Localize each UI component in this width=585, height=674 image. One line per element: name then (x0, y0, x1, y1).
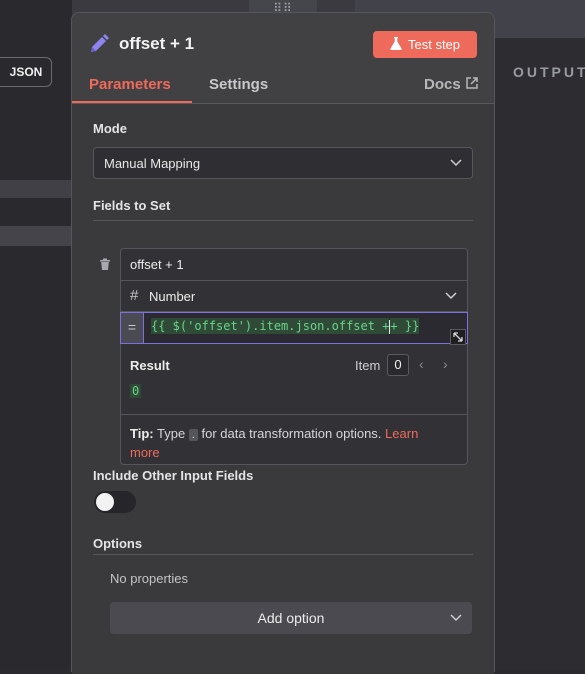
chevron-down-icon (450, 614, 462, 622)
options-label: Options (93, 536, 143, 551)
add-option-label: Add option (257, 610, 325, 626)
expand-editor-icon[interactable] (450, 329, 466, 345)
include-other-toggle[interactable] (94, 491, 136, 513)
flask-icon (390, 36, 402, 53)
panel-tabs: Parameters Settings Docs (72, 73, 494, 104)
test-step-button[interactable]: Test step (373, 31, 477, 58)
tip-text-2: for data transformation options. (201, 426, 382, 441)
input-row (0, 180, 72, 198)
expression-equals-icon: = (121, 313, 144, 343)
item-index-input[interactable]: 0 (387, 354, 409, 376)
chevron-down-icon (450, 159, 462, 167)
mode-value: Manual Mapping (104, 155, 201, 171)
tip-key: . (188, 429, 198, 441)
field-name-input[interactable]: offset + 1 (121, 249, 467, 281)
expression-text: {{ $('offset').item.json.offset + (151, 318, 390, 334)
json-view-button[interactable]: JSON (0, 57, 52, 87)
tip-text-1: Type (156, 426, 186, 441)
node-settings-panel: offset + 1 Test step Parameters Settings… (71, 12, 495, 674)
field-type-value: Number (149, 289, 196, 304)
field-assignment: offset + 1 # Number = {{ $('offset').ite… (120, 248, 468, 465)
docs-link[interactable]: Docs (424, 76, 478, 93)
output-panel-background (495, 38, 585, 669)
mode-label: Mode (93, 121, 127, 136)
add-option-button[interactable]: Add option (110, 602, 472, 634)
chevron-right-icon[interactable]: › (443, 356, 448, 372)
expression-code[interactable]: {{ $('offset').item.json.offset ++ }} (151, 318, 420, 334)
result-label: Result (130, 358, 170, 373)
active-tab-indicator (72, 101, 192, 103)
item-label: Item (355, 358, 381, 373)
result-value: 0 (130, 384, 142, 398)
input-row (0, 226, 72, 246)
trash-icon[interactable] (99, 257, 111, 270)
node-title[interactable]: offset + 1 (119, 34, 194, 54)
hash-icon: # (130, 287, 139, 304)
test-step-label: Test step (407, 37, 461, 52)
input-panel-background (0, 0, 72, 669)
chevron-down-icon (445, 292, 457, 300)
mode-select[interactable]: Manual Mapping (93, 147, 473, 179)
section-divider (93, 554, 473, 555)
include-other-label: Include Other Input Fields (93, 468, 254, 483)
docs-label: Docs (424, 76, 461, 93)
external-link-icon (465, 76, 478, 93)
field-type-select[interactable]: # Number (121, 281, 467, 312)
node-title-row: offset + 1 (88, 31, 194, 57)
chevron-left-icon[interactable]: ‹ (419, 356, 424, 372)
tip-label: Tip: (130, 426, 154, 441)
section-divider (93, 220, 473, 221)
output-panel-label: OUTPUT (513, 64, 585, 80)
expression-text-after-cursor: + }} (390, 318, 420, 334)
tab-settings[interactable]: Settings (209, 76, 268, 93)
tab-parameters[interactable]: Parameters (89, 76, 171, 93)
toggle-knob (96, 493, 114, 511)
expression-editor[interactable]: = {{ $('offset').item.json.offset ++ }} (120, 312, 468, 345)
result-preview: Result Item 0 ‹ › 0 (121, 344, 467, 415)
no-properties-text: No properties (110, 571, 189, 586)
fields-to-set-label: Fields to Set (93, 198, 171, 213)
tip-text: Tip: Type . for data transformation opti… (130, 425, 450, 462)
pencil-icon (88, 33, 110, 55)
